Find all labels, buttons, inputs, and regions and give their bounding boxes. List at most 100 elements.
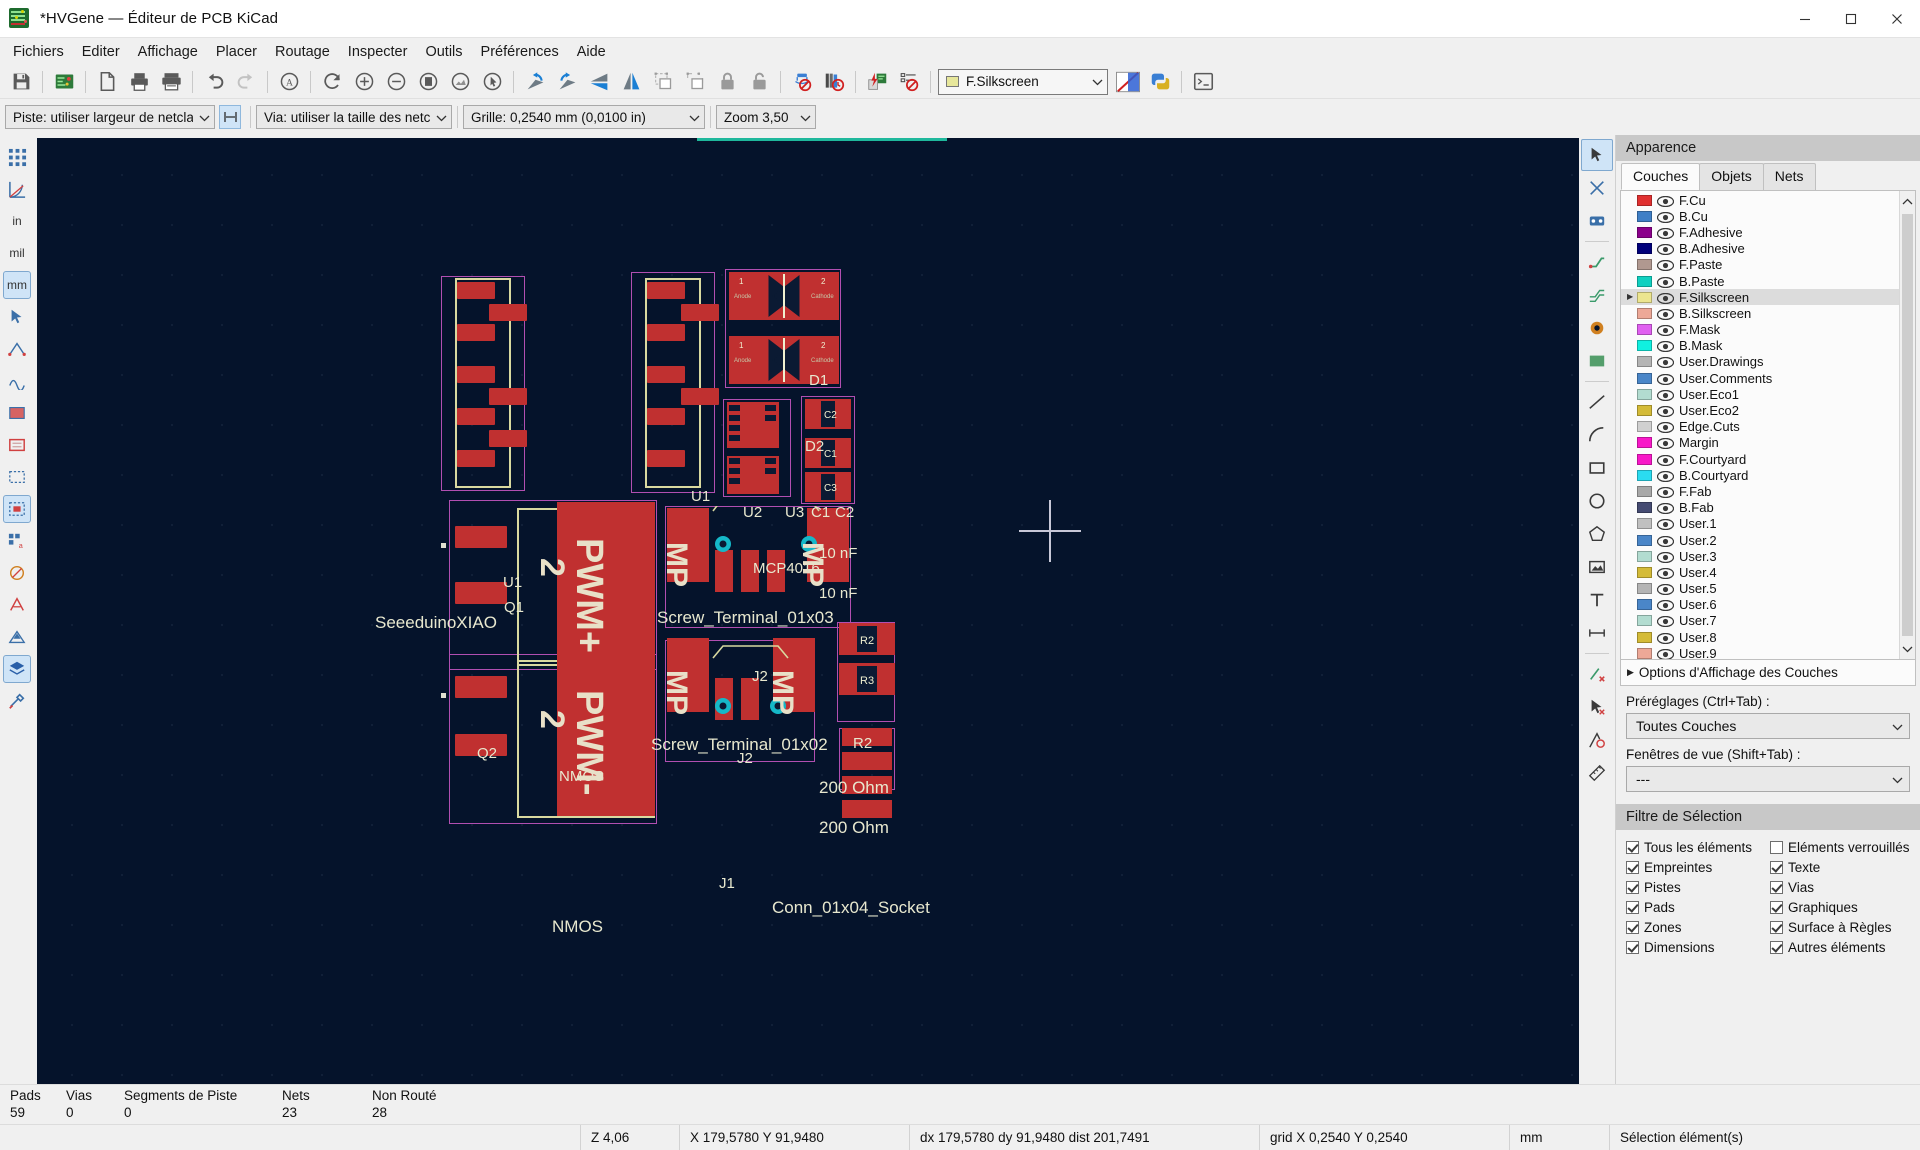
layer-row-user-1[interactable]: User.1 — [1621, 516, 1899, 532]
tab-nets[interactable]: Nets — [1762, 163, 1816, 190]
eye-icon[interactable] — [1656, 259, 1675, 272]
filter-item-dimensions[interactable]: Dimensions — [1626, 938, 1764, 957]
layer-row-user-8[interactable]: User.8 — [1621, 629, 1899, 645]
tab-couches[interactable]: Couches — [1621, 163, 1701, 190]
group-icon[interactable] — [647, 67, 679, 97]
draw-line-icon[interactable] — [1581, 386, 1613, 418]
layer-color-swatch[interactable] — [1637, 324, 1652, 336]
add-dimension-icon[interactable] — [1581, 617, 1613, 649]
eye-icon[interactable] — [1656, 373, 1675, 385]
lock-icon[interactable] — [711, 67, 743, 97]
checkbox[interactable] — [1770, 841, 1783, 854]
layer-color-swatch[interactable] — [1637, 485, 1652, 497]
pad[interactable] — [455, 582, 507, 604]
zoom-in-icon[interactable] — [348, 67, 380, 97]
zoom-selection-icon[interactable] — [476, 67, 508, 97]
scroll-up-icon[interactable] — [1902, 193, 1913, 210]
zoom-fit-objects-icon[interactable] — [444, 67, 476, 97]
netlist-icon[interactable] — [893, 67, 925, 97]
layer-row-b-paste[interactable]: B.Paste — [1621, 273, 1899, 289]
layer-color-swatch[interactable] — [1637, 534, 1652, 546]
units-inches-icon[interactable]: in — [3, 207, 31, 235]
eye-icon[interactable] — [1656, 243, 1675, 256]
eye-icon[interactable] — [1656, 308, 1675, 321]
layer-row-b-silkscreen[interactable]: B.Silkscreen — [1621, 305, 1899, 321]
draw-circle-icon[interactable] — [1581, 485, 1613, 517]
route-differential-icon[interactable] — [1581, 279, 1613, 311]
layer-row-margin[interactable]: Margin — [1621, 435, 1899, 451]
eye-icon[interactable] — [1656, 292, 1675, 304]
layer-color-swatch[interactable] — [1637, 583, 1652, 595]
text-sketch-icon[interactable] — [3, 591, 31, 619]
rotate-ccw-icon[interactable] — [519, 67, 551, 97]
layer-row-f-mask[interactable]: F.Mask — [1621, 322, 1899, 338]
select-tool-icon[interactable] — [1581, 139, 1613, 171]
layer-color-swatch[interactable] — [1637, 615, 1652, 627]
layer-color-swatch[interactable] — [1637, 550, 1652, 562]
pad[interactable] — [647, 324, 685, 341]
eye-icon[interactable] — [1656, 502, 1675, 515]
eye-icon[interactable] — [1656, 583, 1675, 596]
layer-row-user-5[interactable]: User.5 — [1621, 581, 1899, 597]
units-mils-icon[interactable]: mil — [3, 239, 31, 267]
draw-rectangle-icon[interactable] — [1581, 452, 1613, 484]
zone-outline-icon[interactable] — [3, 431, 31, 459]
eye-icon[interactable] — [1656, 211, 1675, 223]
layer-color-swatch[interactable] — [1637, 469, 1652, 481]
checkbox[interactable] — [1626, 921, 1639, 934]
via-size-select[interactable]: Via: utiliser la taille des netclasses — [256, 105, 452, 129]
layer-color-swatch[interactable] — [1637, 647, 1652, 659]
pad[interactable] — [457, 366, 495, 383]
scrollbar-thumb[interactable] — [1902, 214, 1913, 636]
layer-color-swatch[interactable] — [1637, 243, 1652, 255]
scroll-down-icon[interactable] — [1902, 640, 1913, 657]
maximize-button[interactable] — [1828, 0, 1874, 38]
layer-row-f-silkscreen[interactable]: ▶ F.Silkscreen — [1621, 289, 1899, 306]
zoom-fit-page-icon[interactable] — [412, 67, 444, 97]
layer-row-user-eco2[interactable]: User.Eco2 — [1621, 402, 1899, 418]
add-text-icon[interactable] — [1581, 584, 1613, 616]
track-width-icon[interactable] — [219, 105, 241, 129]
eye-icon[interactable] — [1656, 195, 1675, 207]
filter-item-graphiques[interactable]: Graphiques — [1770, 898, 1910, 917]
find-icon[interactable]: A — [273, 67, 305, 97]
polar-coords-icon[interactable] — [3, 175, 31, 203]
undo-icon[interactable] — [198, 67, 230, 97]
eye-icon[interactable] — [1656, 599, 1675, 612]
eye-icon[interactable] — [1656, 324, 1675, 337]
layer-color-swatch[interactable] — [1637, 340, 1652, 352]
layer-row-user-drawings[interactable]: User.Drawings — [1621, 354, 1899, 370]
layer-row-f-fab[interactable]: F.Fab — [1621, 483, 1899, 499]
redo-icon[interactable] — [230, 67, 262, 97]
filter-item-pads[interactable]: Pads — [1626, 898, 1764, 917]
set-drill-origin-icon[interactable] — [1581, 724, 1613, 756]
checkbox[interactable] — [1626, 861, 1639, 874]
eye-icon[interactable] — [1656, 648, 1675, 659]
layer-row-b-courtyard[interactable]: B.Courtyard — [1621, 467, 1899, 483]
layer-row-f-cu[interactable]: F.Cu — [1621, 192, 1899, 208]
rotate-cw-icon[interactable] — [551, 67, 583, 97]
eye-icon[interactable] — [1656, 227, 1675, 240]
layer-list[interactable]: F.Cu B.Cu F.Adhesive B.Adhesive F.Paste B.Pas… — [1621, 191, 1899, 659]
pad[interactable] — [489, 388, 527, 405]
eye-icon[interactable] — [1656, 518, 1675, 531]
layer-row-b-adhesive[interactable]: B.Adhesive — [1621, 241, 1899, 257]
layer-row-f-courtyard[interactable]: F.Courtyard — [1621, 451, 1899, 467]
unlock-icon[interactable] — [743, 67, 775, 97]
python-console-icon[interactable] — [1144, 67, 1176, 97]
pad[interactable] — [489, 430, 527, 447]
filter-item-vias[interactable]: Vias — [1770, 878, 1910, 897]
checkbox[interactable] — [1626, 841, 1639, 854]
layer-row-user-7[interactable]: User.7 — [1621, 613, 1899, 629]
checkbox[interactable] — [1770, 921, 1783, 934]
menu-outils[interactable]: Outils — [416, 40, 471, 64]
layer-row-b-fab[interactable]: B.Fab — [1621, 500, 1899, 516]
layer-row-user-3[interactable]: User.3 — [1621, 548, 1899, 564]
zone-filled-icon[interactable] — [3, 399, 31, 427]
layer-row-b-mask[interactable]: B.Mask — [1621, 338, 1899, 354]
eye-icon[interactable] — [1656, 486, 1675, 499]
layer-color-swatch[interactable] — [1637, 437, 1652, 449]
checkbox[interactable] — [1770, 881, 1783, 894]
pad[interactable] — [842, 800, 892, 818]
eye-icon[interactable] — [1656, 389, 1675, 401]
